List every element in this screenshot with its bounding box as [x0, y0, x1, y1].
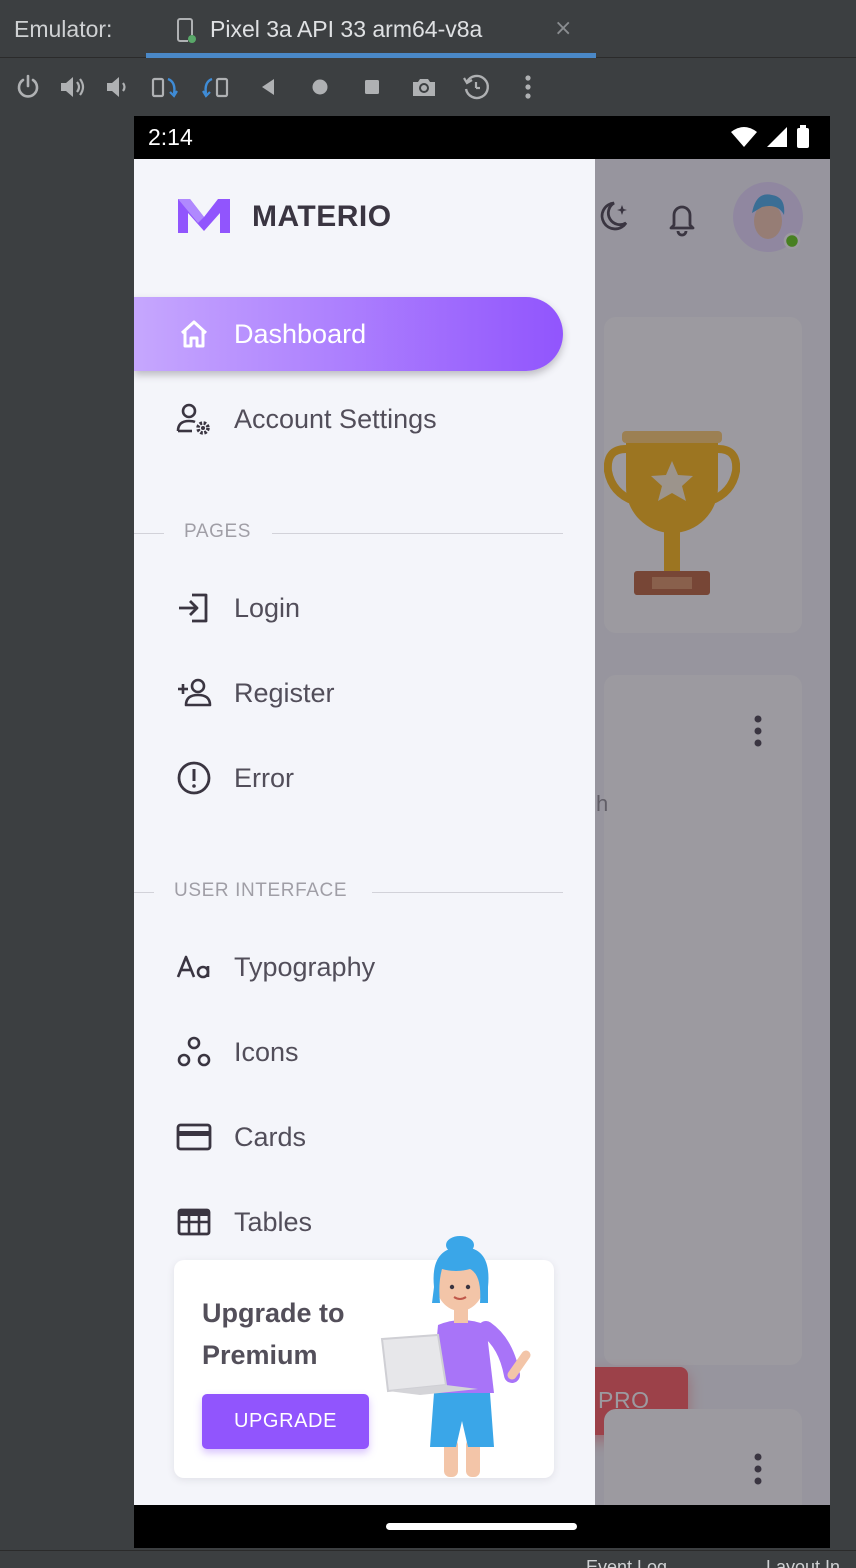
emulator-left-gutter [0, 115, 134, 1550]
nav-item-label: Cards [234, 1121, 307, 1152]
section-title-text: PAGES [184, 521, 252, 542]
nav-item-icons[interactable]: Icons [134, 1015, 563, 1089]
nav-item-label: Account Settings [234, 403, 437, 434]
emulator-toolbar [0, 59, 856, 115]
section-divider [134, 533, 164, 534]
brand-name: MATERIO [252, 200, 392, 233]
battery-icon [796, 125, 810, 153]
snapshot-icon[interactable] [458, 69, 494, 105]
home-gesture-pill[interactable] [386, 1523, 577, 1530]
nav-item-label: Dashboard [234, 318, 367, 349]
brand[interactable]: MATERIO [176, 195, 392, 239]
section-divider [272, 533, 563, 534]
volume-up-icon[interactable] [54, 69, 90, 105]
girl-with-laptop-illustration [378, 1233, 548, 1479]
emulator-tab-bar: Emulator: Pixel 3a API 33 arm64-v8a × [0, 0, 856, 58]
table-icon [174, 1202, 214, 1242]
emulator-label: Emulator: [14, 16, 113, 42]
device-tab[interactable]: Pixel 3a API 33 arm64-v8a × [146, 0, 596, 58]
tab-underline [146, 53, 596, 58]
home-icon [174, 314, 214, 354]
shapes-icon [174, 1032, 214, 1072]
rotate-right-icon[interactable] [198, 69, 234, 105]
android-status-bar: 2:14 [134, 116, 830, 159]
nav-item-label: Error [234, 762, 294, 793]
status-time: 2:14 [148, 124, 193, 150]
nav-item-label: Tables [234, 1206, 313, 1237]
device-icon [176, 18, 198, 44]
section-title-user-interface: USER INTERFACE [134, 880, 563, 904]
login-icon [174, 588, 214, 628]
overview-icon[interactable] [354, 69, 390, 105]
nav-item-register[interactable]: Register [134, 656, 563, 730]
close-icon[interactable]: × [554, 16, 572, 41]
device-tab-title: Pixel 3a API 33 arm64-v8a [210, 16, 483, 42]
upgrade-title: Upgrade to Premium [202, 1298, 345, 1370]
materio-logo-icon [176, 195, 232, 239]
power-icon[interactable] [10, 69, 46, 105]
wifi-icon [730, 126, 758, 152]
screenshot-icon[interactable] [406, 69, 442, 105]
nav-item-account-settings[interactable]: Account Settings [134, 382, 563, 456]
phone-frame: 2:14 MATERIO Dashboard Account Settings … [134, 116, 830, 1548]
nav-item-label: Icons [234, 1036, 299, 1067]
account-plus-icon [174, 673, 214, 713]
nav-item-label: Typography [234, 951, 376, 982]
event-log-link[interactable]: Event Log [586, 1557, 667, 1568]
nav-item-label: Register [234, 677, 335, 708]
account-cog-icon [174, 399, 214, 439]
layout-inspector-link[interactable]: Layout In [766, 1557, 840, 1568]
nav-item-error[interactable]: Error [134, 741, 563, 815]
nav-item-login[interactable]: Login [134, 571, 563, 645]
section-divider [134, 892, 154, 893]
status-icons [730, 125, 810, 153]
alert-circle-icon [174, 758, 214, 798]
android-navigation-bar [134, 1505, 830, 1548]
more-icon[interactable] [510, 69, 546, 105]
typography-icon [174, 947, 214, 987]
credit-card-icon [174, 1117, 214, 1157]
section-divider [372, 892, 563, 893]
upgrade-button[interactable]: UPGRADE [202, 1394, 369, 1449]
ide-status-strip: Event Log Layout In [0, 1550, 856, 1568]
signal-icon [766, 126, 788, 152]
navigation-drawer: MATERIO Dashboard Account Settings PAGES [134, 159, 595, 1505]
rotate-left-icon[interactable] [146, 69, 182, 105]
home-icon[interactable] [302, 69, 338, 105]
emulator-right-gutter [830, 115, 856, 1550]
nav-item-dashboard[interactable]: Dashboard [134, 297, 563, 371]
nav-item-label: Login [234, 592, 301, 623]
nav-item-cards[interactable]: Cards [134, 1100, 563, 1174]
section-title-pages: PAGES [134, 521, 563, 545]
section-title-text: USER INTERFACE [174, 880, 348, 901]
app-screen: h PRO MATERIO [134, 159, 830, 1505]
volume-down-icon[interactable] [98, 69, 134, 105]
back-icon[interactable] [250, 69, 286, 105]
nav-item-typography[interactable]: Typography [134, 930, 563, 1004]
